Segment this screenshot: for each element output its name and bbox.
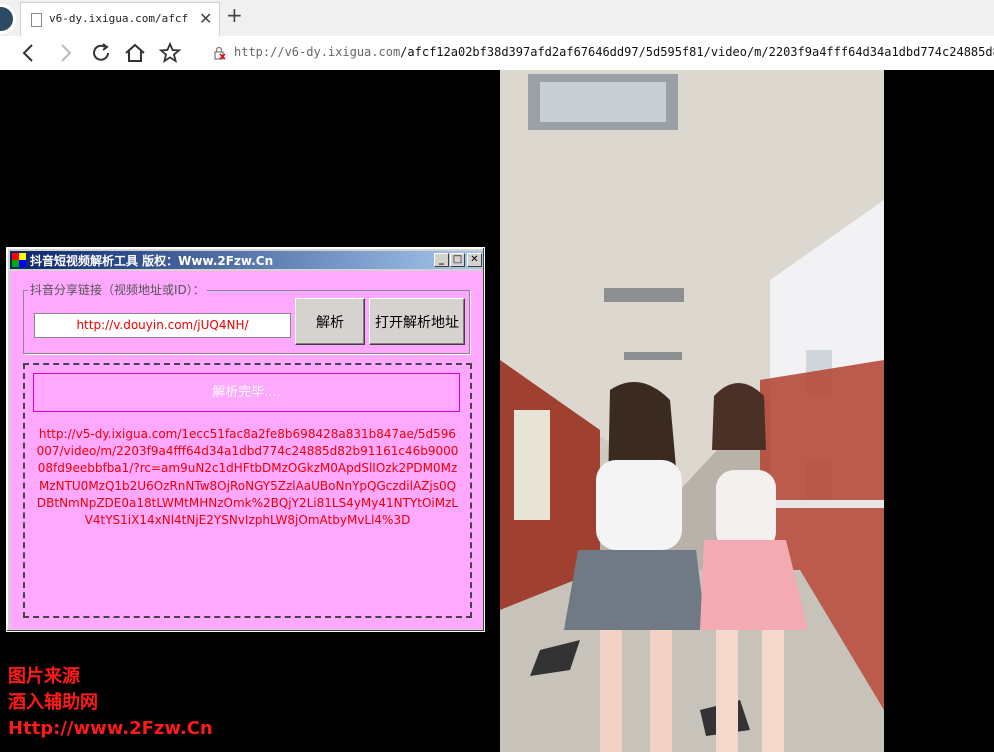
group-label: 抖音分享链接（视频地址或ID）：	[28, 281, 207, 298]
refresh-icon[interactable]	[88, 40, 114, 66]
profile-avatar[interactable]	[0, 4, 16, 34]
video-player[interactable]	[500, 70, 884, 752]
home-icon[interactable]	[122, 40, 148, 66]
share-link-input[interactable]: http://v.douyin.com/jUQ4NH/	[34, 313, 291, 338]
watermark-line-1: 图片来源	[8, 666, 80, 687]
browser-chrome: v6-dy.ixigua.com/afcf ✕ + http://v6-dy.i…	[0, 0, 994, 70]
address-bar[interactable]: http://v6-dy.ixigua.com/afcf12a02bf38d39…	[206, 41, 994, 65]
watermark-line-2: 酒入辅助网	[8, 692, 98, 713]
status-label: 解析完毕....	[33, 373, 460, 412]
result-url-text[interactable]: http://v5-dy.ixigua.com/1ecc51fac8a2fe8b…	[36, 426, 459, 529]
close-icon[interactable]: ✕	[199, 9, 212, 28]
dialog-titlebar[interactable]: 抖音短视频解析工具 版权：Www.2Fzw.Cn _ □ ✕	[10, 251, 483, 269]
forward-icon[interactable]	[52, 40, 78, 66]
tab-title: v6-dy.ixigua.com/afcf	[49, 12, 189, 25]
dialog-client: 抖音分享链接（视频地址或ID）： http://v.douyin.com/jUQ…	[10, 271, 483, 629]
nav-bar: http://v6-dy.ixigua.com/afcf12a02bf38d39…	[0, 36, 994, 70]
open-parsed-url-button[interactable]: 打开解析地址	[369, 298, 465, 345]
new-tab-icon[interactable]: +	[226, 5, 243, 25]
watermark-line-3: Http://www.2Fzw.Cn	[8, 718, 213, 739]
dialog-title: 抖音短视频解析工具 版权：Www.2Fzw.Cn	[30, 254, 274, 268]
video-frame	[500, 70, 884, 752]
parser-dialog: 抖音短视频解析工具 版权：Www.2Fzw.Cn _ □ ✕ 抖音分享链接（视频…	[6, 247, 485, 632]
parse-button[interactable]: 解析	[295, 298, 365, 345]
app-icon	[12, 253, 26, 267]
watermark: 图片来源 酒入辅助网 Http://www.2Fzw.Cn	[8, 664, 213, 742]
url-text: http://v6-dy.ixigua.com/afcf12a02bf38d39…	[234, 45, 994, 59]
browser-tab[interactable]: v6-dy.ixigua.com/afcf ✕	[20, 2, 220, 36]
tab-strip: v6-dy.ixigua.com/afcf ✕ +	[0, 0, 994, 36]
close-window-icon[interactable]: ✕	[467, 253, 482, 267]
back-icon[interactable]	[16, 40, 42, 66]
maximize-icon[interactable]: □	[450, 253, 465, 267]
minimize-icon[interactable]: _	[434, 253, 449, 267]
star-icon[interactable]	[157, 40, 183, 66]
page-icon	[31, 13, 42, 27]
insecure-icon	[214, 46, 226, 60]
